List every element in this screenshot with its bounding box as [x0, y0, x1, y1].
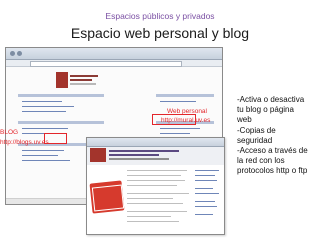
feature-line: -Acceso a través de [237, 146, 308, 156]
window-titlebar [87, 138, 224, 147]
window-control-icon[interactable] [10, 51, 15, 56]
section-header [156, 94, 214, 97]
blog-sidebar-link[interactable] [195, 206, 217, 207]
blog-url[interactable]: http://blogs.uv.es [0, 139, 49, 146]
feature-line: web [237, 115, 252, 125]
web-personal-url[interactable]: http://mural.uv.es [161, 117, 210, 124]
portal-link[interactable] [22, 155, 58, 156]
blog-sidebar-link[interactable] [195, 170, 219, 171]
blog-logo-icon [90, 148, 106, 162]
portal-link[interactable] [22, 128, 68, 129]
portal-link[interactable] [22, 101, 62, 102]
blog-screenshot-window [86, 137, 225, 235]
address-bar[interactable] [30, 61, 182, 67]
portal-link[interactable] [22, 150, 64, 151]
portal-link[interactable] [160, 133, 190, 134]
blog-label: BLOG [0, 129, 19, 136]
slide-title: Espacio web personal y blog [70, 25, 250, 41]
blog-sidebar-link[interactable] [195, 175, 215, 176]
blog-sidebar-link[interactable] [195, 188, 213, 189]
portal-link[interactable] [22, 160, 70, 161]
blog-sidebar-link[interactable] [195, 180, 217, 181]
feature-line: seguridad [237, 135, 273, 145]
blog-sidebar-link[interactable] [195, 193, 219, 194]
window-titlebar [6, 48, 222, 60]
section-header [18, 94, 104, 97]
feature-line: -Activa o desactiva [237, 95, 305, 104]
portal-link[interactable] [160, 128, 200, 129]
feature-line: -Copias de [237, 125, 276, 135]
features-list: -Activa o desactiva tu blog o página web… [237, 95, 319, 177]
blog-sidebar-link[interactable] [195, 214, 213, 215]
slide-subtitle: Espacios públicos y privados [105, 11, 215, 21]
university-logo [56, 72, 98, 90]
portal-link[interactable] [22, 106, 74, 107]
logo-icon [56, 72, 68, 88]
feature-line: la red con los [237, 156, 285, 166]
blog-sidebar-link[interactable] [195, 201, 215, 202]
portal-link[interactable] [22, 111, 66, 112]
window-control-icon[interactable] [17, 51, 22, 56]
section-header [18, 121, 104, 124]
web-personal-label: Web personal [167, 108, 207, 115]
portal-link[interactable] [160, 101, 196, 102]
feature-line: protocolos http o ftp [237, 166, 308, 176]
feature-line: tu blog o página [237, 105, 294, 115]
